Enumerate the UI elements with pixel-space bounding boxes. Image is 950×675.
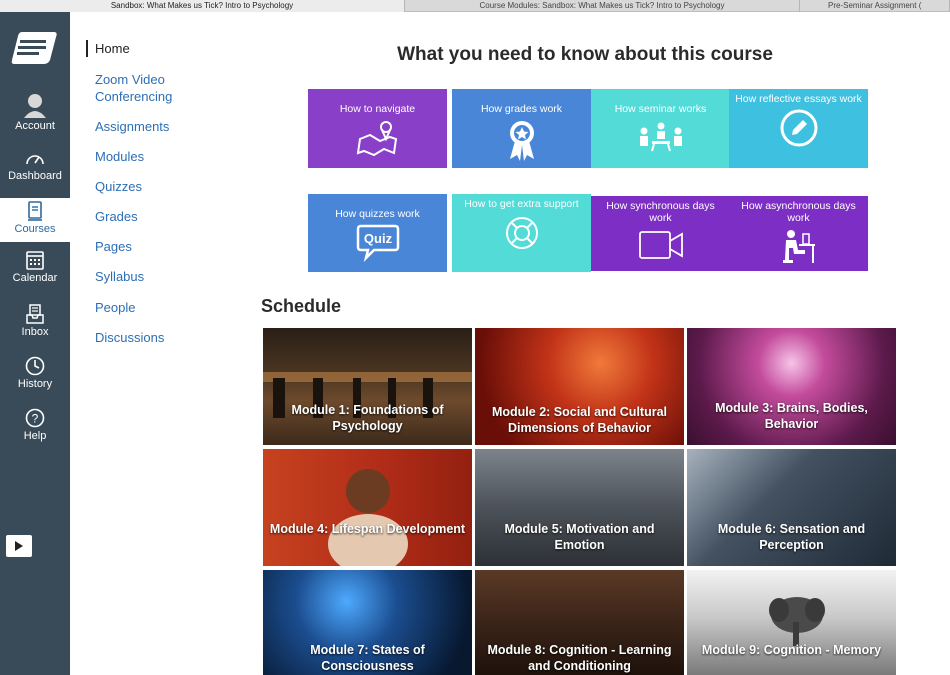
nav-help[interactable]: ? Help [0, 408, 70, 452]
dashboard-icon [26, 155, 44, 165]
nav-account[interactable]: Account [0, 92, 70, 142]
video-camera-icon [638, 231, 683, 259]
browser-tab-home[interactable]: Sandbox: What Makes us Tick? Intro to Ps… [0, 0, 405, 12]
seminar-group-icon [639, 122, 682, 152]
help-icon: ? [25, 408, 45, 428]
tile-label: How quizzes work [335, 208, 420, 220]
history-icon [25, 356, 45, 376]
nav-history[interactable]: History [0, 356, 70, 400]
tile-label: How grades work [480, 103, 563, 115]
module-card-title: Module 9: Cognition - Memory [701, 643, 882, 657]
account-icon [24, 94, 46, 118]
module-card-1[interactable]: Module 1: Foundations of Psychology [263, 328, 472, 445]
global-nav: Account Dashboard Courses Calendar Inbox… [0, 12, 70, 675]
tile-how-asynchronous-days-work[interactable]: How asynchronous days work [729, 196, 868, 271]
module-card-3[interactable]: Module 3: Brains, Bodies, Behavior [687, 328, 896, 445]
play-button[interactable] [6, 535, 32, 557]
module-card-6[interactable]: Module 6: Sensation and Perception [687, 449, 896, 566]
tile-label: How reflective essays work [735, 93, 862, 105]
module-card-title: Module 2: Social and Cultural Dimensions… [491, 405, 668, 435]
quiz-icon-text: Quiz [363, 231, 392, 246]
course-nav-zoom[interactable]: Zoom Video Conferencing [86, 71, 196, 105]
module-card-title: Module 4: Lifespan Development [269, 522, 466, 536]
course-nav-modules[interactable]: Modules [86, 148, 144, 165]
course-nav-discussions[interactable]: Discussions [86, 329, 164, 346]
courses-icon [28, 201, 42, 221]
course-nav-assignments[interactable]: Assignments [86, 118, 169, 135]
tile-how-reflective-essays-work[interactable]: How reflective essays work [729, 89, 868, 168]
tile-how-to-navigate[interactable]: How to navigate [308, 89, 447, 168]
course-nav-home[interactable]: Home [86, 40, 130, 57]
module-card-title: Module 1: Foundations of Psychology [291, 403, 444, 433]
elephant-image [769, 597, 825, 646]
nav-courses[interactable]: Courses [0, 198, 70, 242]
play-icon [15, 541, 23, 551]
canvas-logo-icon[interactable] [10, 28, 60, 68]
module-card-title: Module 6: Sensation and Perception [717, 522, 866, 552]
course-nav-pages[interactable]: Pages [86, 238, 132, 255]
nav-courses-label: Courses [14, 223, 56, 235]
module-card-title: Module 7: States of Consciousness [310, 643, 425, 673]
nav-calendar-label: Calendar [12, 272, 58, 284]
browser-tab-modules[interactable]: Course Modules: Sandbox: What Makes us T… [405, 0, 800, 12]
module-card-2[interactable]: Module 2: Social and Cultural Dimensions… [475, 328, 684, 445]
award-ribbon-icon [509, 121, 534, 161]
tile-label: How seminar works [614, 103, 707, 115]
tile-label: How asynchronous days work [741, 200, 856, 224]
nav-calendar[interactable]: Calendar [0, 250, 70, 294]
browser-tab-strip: Sandbox: What Makes us Tick? Intro to Ps… [0, 0, 950, 12]
course-nav-people[interactable]: People [86, 299, 135, 316]
course-nav-grades[interactable]: Grades [86, 208, 138, 225]
module-card-8[interactable]: Module 8: Cognition - Learning and Condi… [475, 570, 684, 675]
course-nav-syllabus[interactable]: Syllabus [86, 268, 144, 285]
nav-history-label: History [17, 378, 53, 390]
tile-how-grades-work[interactable]: How grades work [452, 89, 591, 168]
nav-inbox-label: Inbox [21, 326, 49, 338]
inbox-icon [26, 304, 44, 324]
page-title: What you need to know about this course [397, 44, 773, 65]
browser-tab-assignment[interactable]: Pre-Seminar Assignment ( [800, 0, 950, 12]
person-at-desk-icon [782, 230, 815, 263]
tile-how-quizzes-work[interactable]: How quizzes work Quiz [308, 194, 447, 272]
lifebuoy-icon [505, 217, 538, 249]
module-card-5[interactable]: Module 5: Motivation and Emotion [475, 449, 684, 566]
nav-inbox[interactable]: Inbox [0, 304, 70, 348]
module-card-title: Module 3: Brains, Bodies, Behavior [715, 401, 868, 431]
calendar-icon [26, 251, 44, 270]
module-card-7[interactable]: Module 7: States of Consciousness [263, 570, 472, 675]
tile-label: How to navigate [339, 103, 416, 115]
nav-dashboard[interactable]: Dashboard [0, 150, 70, 194]
tile-how-seminar-works[interactable]: How seminar works [591, 89, 730, 168]
toddler-image [328, 469, 408, 566]
svg-text:?: ? [32, 412, 39, 426]
course-nav-quizzes[interactable]: Quizzes [86, 178, 142, 195]
nav-account-label: Account [15, 120, 55, 132]
module-card-9[interactable]: Module 9: Cognition - Memory [687, 570, 896, 675]
nav-help-label: Help [23, 430, 47, 442]
module-card-4[interactable]: Module 4: Lifespan Development [263, 449, 472, 566]
tile-label: How synchronous days work [606, 200, 715, 224]
map-pin-icon [356, 121, 397, 157]
quiz-bubble-icon: Quiz [356, 224, 399, 262]
module-card-title: Module 8: Cognition - Learning and Condi… [487, 643, 672, 673]
tile-how-synchronous-days-work[interactable]: How synchronous days work [591, 196, 730, 271]
schedule-heading: Schedule [261, 296, 342, 316]
module-card-title: Module 5: Motivation and Emotion [504, 522, 655, 552]
tile-how-to-get-extra-support[interactable]: How to get extra support [452, 194, 591, 272]
nav-dashboard-label: Dashboard [8, 170, 62, 182]
tile-label: How to get extra support [464, 198, 579, 210]
pencil-circle-icon [780, 109, 817, 147]
